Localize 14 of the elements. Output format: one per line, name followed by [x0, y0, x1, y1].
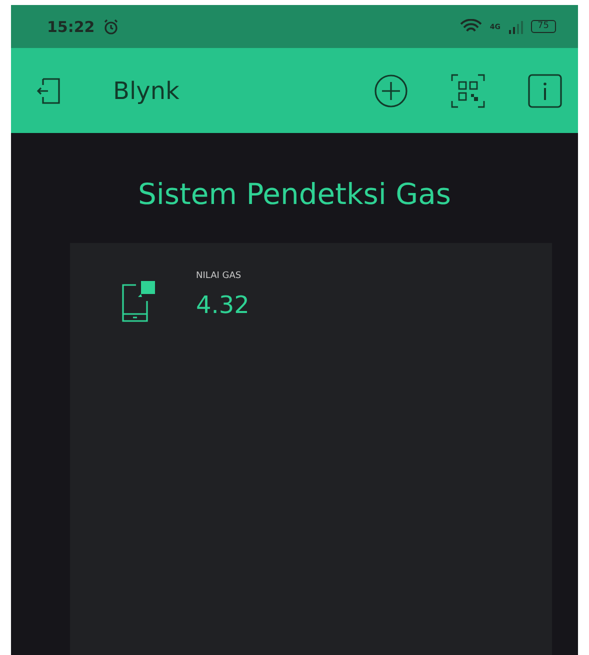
wifi-icon: [460, 18, 482, 34]
logout-button[interactable]: [37, 76, 61, 106]
qr-code-button[interactable]: [450, 72, 486, 108]
widget-value: 4.32: [196, 291, 250, 319]
battery-level: 75: [530, 20, 556, 33]
widget-label: NILAI GAS: [196, 271, 242, 281]
project-title: Sistem Pendetksi Gas: [136, 177, 452, 211]
alarm-icon: [102, 18, 119, 34]
info-button[interactable]: [528, 74, 562, 108]
signal-icon: [508, 20, 523, 34]
status-time: 15:22: [47, 18, 95, 36]
add-button[interactable]: [374, 74, 408, 108]
phone-icon: [120, 279, 158, 325]
app-title: Blynk: [113, 76, 180, 104]
